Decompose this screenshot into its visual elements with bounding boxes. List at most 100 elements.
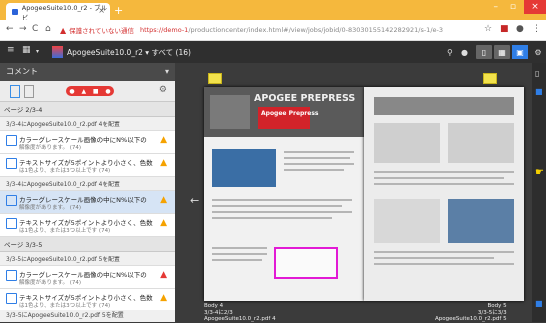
home-button[interactable]: ⌂ — [45, 24, 51, 34]
collapse-icon[interactable]: ▾ — [165, 63, 169, 81]
hand-tool-icon[interactable]: ☛ — [535, 167, 544, 178]
comment-type-icon — [6, 158, 17, 169]
warning-icon: ▲ — [60, 25, 67, 35]
panel-info-icon[interactable]: ■ — [535, 87, 543, 96]
settings-icon[interactable]: ⚙ — [531, 45, 545, 59]
comment-type-icon — [6, 218, 17, 229]
right-page[interactable] — [364, 87, 524, 301]
tab-favicon-icon — [12, 8, 18, 15]
file-row[interactable]: 3/3-4にApogeeSuite10.0_r2.pdf 4を配置 — [0, 117, 175, 131]
sidebar-settings-icon[interactable]: ⚙ — [159, 85, 167, 95]
comment-type-icon — [6, 135, 17, 146]
filter-info-icon: ● — [105, 87, 111, 95]
reload-button[interactable]: C — [32, 24, 38, 34]
maximize-button[interactable]: ▫ — [510, 2, 516, 12]
tab-close-icon[interactable]: × — [98, 6, 105, 15]
text-line — [284, 151, 354, 153]
forward-button[interactable]: → — [19, 24, 27, 34]
url-host: https://demo-1 — [139, 26, 189, 34]
sticky-note-icon[interactable] — [483, 73, 497, 84]
panel-toggle-icon[interactable]: ▯ — [535, 69, 539, 78]
right-panel-bar: ▯ ■ ☛ ■ — [532, 63, 546, 322]
text-line — [212, 259, 262, 261]
brand-title: APOGEE PREPRESS — [254, 93, 356, 104]
right-page-label: Body 5 — [487, 303, 507, 309]
text-line — [212, 205, 342, 207]
double-page-icon[interactable] — [24, 85, 34, 98]
text-line — [212, 253, 267, 255]
hamburger-icon[interactable]: ≡ — [7, 45, 15, 55]
spread-view-button[interactable]: ▣ — [512, 45, 528, 59]
profile-icon[interactable]: ● — [516, 24, 524, 34]
text-line — [374, 171, 514, 173]
highlighted-region[interactable] — [274, 247, 338, 279]
apps-dropdown-icon[interactable]: ▾ — [36, 48, 39, 55]
warning-icon: ▲ — [160, 218, 167, 228]
warning-icon: ▲ — [160, 158, 167, 168]
single-page-view-button[interactable]: ▯ — [476, 45, 492, 59]
comment-item[interactable]: テキストサイズが5ポイントより小さく、色数 は1色より、または3つ以上です (7… — [0, 154, 175, 177]
warning-icon: ▲ — [160, 195, 167, 205]
browser-tab[interactable]: ApogeeSuite10.0_r2 - ブルビ × — [6, 3, 110, 22]
brand-box: Apogee Prepress — [258, 107, 318, 129]
comment-type-icon — [6, 270, 17, 281]
bookmark-star-icon[interactable]: ☆ — [484, 24, 492, 34]
page-image — [212, 149, 276, 187]
file-row[interactable]: 3/3-5にApogeeSuite10.0_r2.pdf 5を配置 — [0, 252, 175, 266]
filter-note-icon: ■ — [92, 87, 99, 95]
text-line — [374, 183, 514, 185]
comment-detail: 解像度があります。 (74) — [19, 280, 81, 286]
url-path: /productioncenter/index.html#/view/jobs/… — [188, 26, 443, 34]
address-bar-row: ← → C ⌂ ▲ 保護されていない通信 https://demo-1 /pro… — [0, 20, 546, 41]
filter-error-icon: ● — [69, 87, 75, 95]
browser-menu-icon[interactable]: ⋮ — [532, 24, 541, 34]
warning-icon: ▲ — [160, 293, 167, 303]
publication-icon — [52, 46, 63, 58]
minimize-button[interactable]: – — [494, 2, 499, 12]
comment-filter-toggle[interactable]: ● ▲ ■ ● — [66, 86, 114, 96]
back-button[interactable]: ← — [6, 24, 14, 34]
right-page-info: Body 5 3/3-5に3/3 ApogeeSuite10.0_r2.pdf … — [435, 303, 507, 323]
comment-sidebar: コメント ▾ ● ▲ ■ ● ⚙ ページ 2/3-4 3/3-4にApogeeS… — [0, 63, 175, 322]
comment-type-icon — [6, 293, 17, 304]
url-field[interactable]: ▲ 保護されていない通信 https://demo-1 /productionc… — [60, 23, 472, 37]
panel-bottom-icon[interactable]: ■ — [535, 299, 543, 308]
comment-item[interactable]: テキストサイズが5ポイントより小さく、色数 は1色より、または3つ以上です (7… — [0, 289, 175, 312]
sticky-note-icon[interactable] — [208, 73, 222, 84]
extension-icon[interactable]: ■ — [500, 24, 509, 34]
text-line — [284, 169, 344, 171]
screen-image — [448, 199, 514, 243]
search-icon[interactable]: ⚲ — [447, 45, 453, 59]
comment-item-selected[interactable]: カラーグレースケール画像の中にN%以下の 解像度があります。 (74) ▲ — [0, 191, 175, 214]
window-close-button[interactable]: × — [524, 0, 546, 14]
tab-title: ApogeeSuite10.0_r2 - ブルビ — [21, 3, 108, 22]
publication-selector[interactable]: ApogeeSuite10.0_r2 ▾ すべて (16) — [67, 47, 191, 58]
page-group-header[interactable]: ページ 3/3-5 — [0, 237, 175, 252]
file-row[interactable]: 3/3-4にApogeeSuite10.0_r2.pdf 4を配置 — [0, 177, 175, 191]
spread-viewer[interactable]: ← → APOGEE PREPRESS Apogee Prepress — [175, 63, 532, 322]
sidebar-header: コメント ▾ — [0, 63, 175, 81]
comment-item[interactable]: カラーグレースケール画像の中にN%以下の 解像度があります。 (74) ▲ — [0, 266, 175, 289]
comment-detail: 解像度があります。 (74) — [19, 205, 81, 211]
comment-detail: は1色より、または3つ以上です (74) — [19, 303, 111, 309]
left-page-info: Body 4 3/3-4に2/3 ApogeeSuite10.0_r2.pdf … — [204, 303, 276, 323]
new-tab-button[interactable]: + — [114, 4, 123, 17]
sidebar-title: コメント — [6, 67, 38, 76]
text-line — [212, 247, 267, 249]
left-page[interactable]: APOGEE PREPRESS Apogee Prepress — [204, 87, 364, 301]
right-page-position: 3/3-5に3/3 — [477, 309, 507, 316]
comment-item[interactable]: カラーグレースケール画像の中にN%以下の 解像度があります。 (74) ▲ — [0, 131, 175, 154]
single-page-icon[interactable] — [10, 85, 20, 98]
comment-detail: は1色より、または3つ以上です (74) — [19, 228, 111, 234]
left-page-position: 3/3-4に2/3 — [204, 309, 233, 316]
info-icon[interactable]: ● — [461, 45, 468, 59]
sidebar-tools: ● ▲ ■ ● ⚙ — [0, 81, 175, 102]
page-group-header[interactable]: ページ 2/3-4 — [0, 102, 175, 117]
grid-view-button[interactable]: ▦ — [494, 45, 510, 59]
previous-spread-arrow[interactable]: ← — [190, 194, 199, 207]
image-placeholder — [448, 123, 514, 163]
comment-item[interactable]: テキストサイズが5ポイントより小さく、色数 は1色より、または3つ以上です (7… — [0, 214, 175, 237]
text-line — [212, 211, 352, 213]
sidebar-footer-row[interactable]: 3/3-5にApogeeSuite10.0_r2.pdf 5を配置 — [0, 310, 175, 322]
apps-grid-icon[interactable]: ▦ — [22, 45, 31, 55]
